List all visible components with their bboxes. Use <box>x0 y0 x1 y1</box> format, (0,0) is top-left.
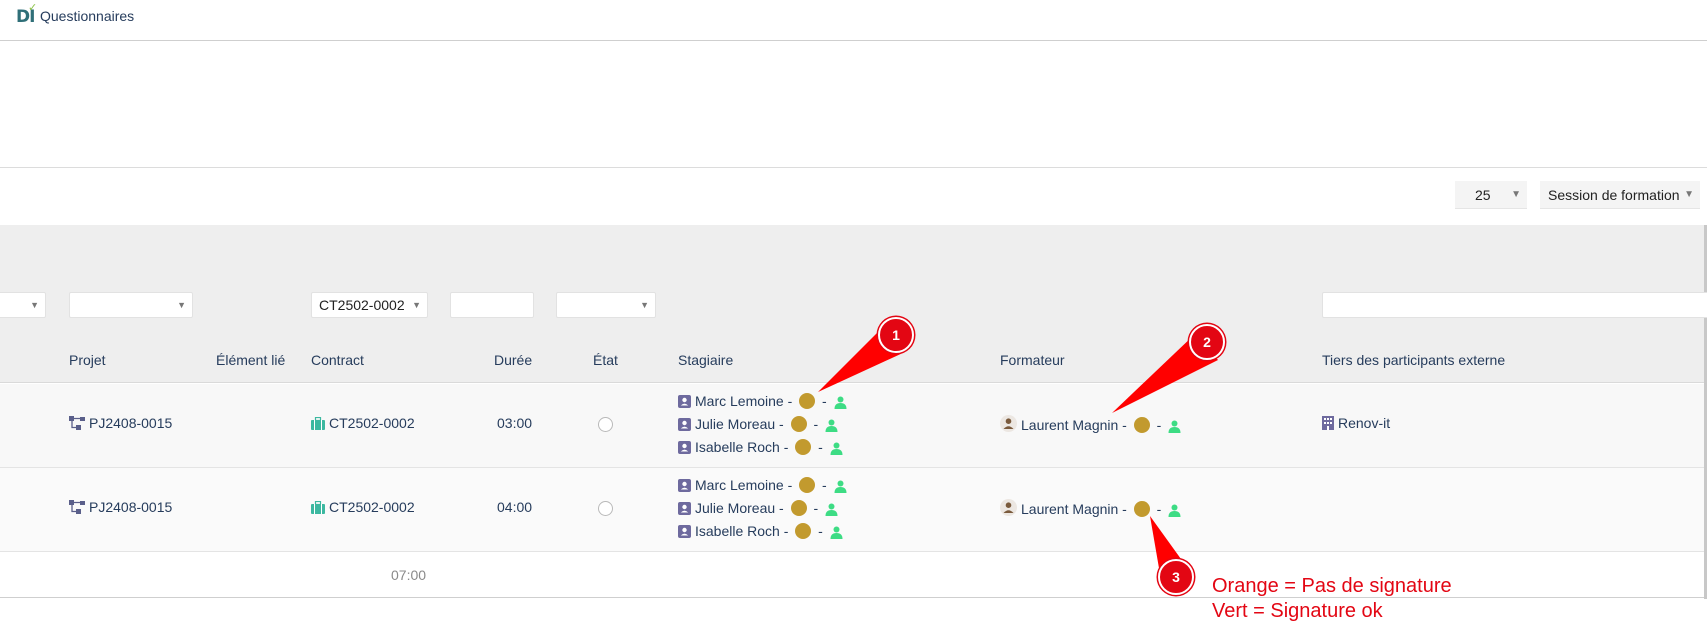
legend-orange: Orange = Pas de signature <box>1212 575 1452 597</box>
annotation-badge-1: 1 <box>878 317 914 353</box>
annotation-badge-3: 3 <box>1158 559 1194 595</box>
annotation-arrows <box>818 330 1218 574</box>
legend-green: Vert = Signature ok <box>1212 600 1383 622</box>
annotation-badge-2: 2 <box>1189 324 1225 360</box>
